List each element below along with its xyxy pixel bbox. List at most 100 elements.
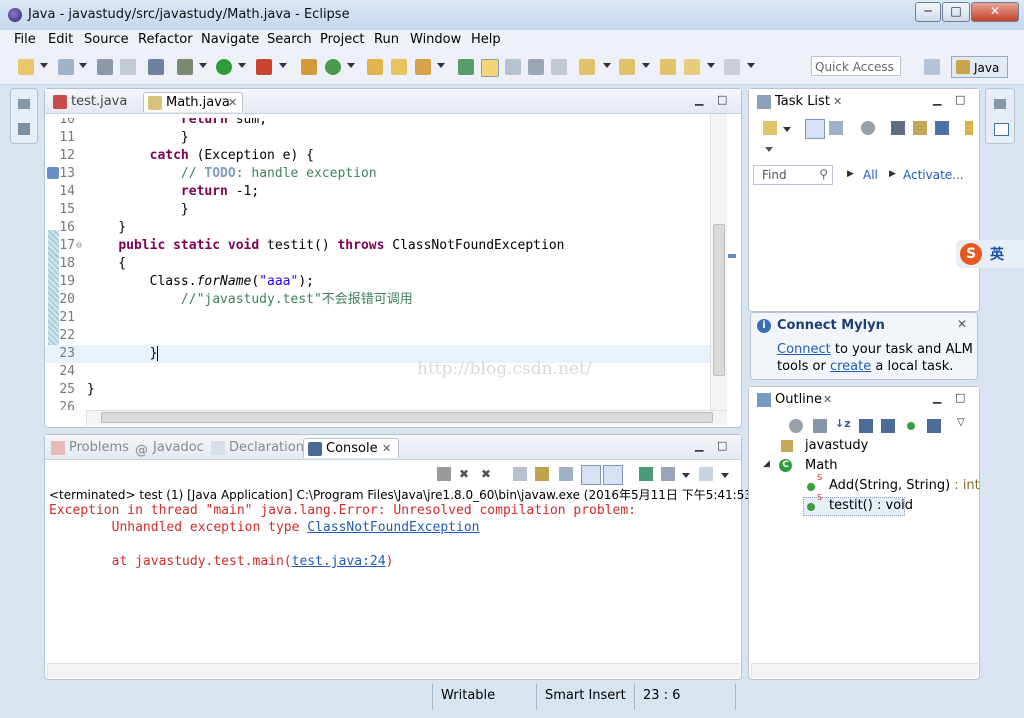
fold-icon[interactable]: ⊖: [76, 237, 82, 255]
pin-console-icon[interactable]: [639, 467, 653, 481]
hide-completed-icon[interactable]: [891, 121, 905, 135]
menu-run[interactable]: Run: [374, 32, 399, 47]
save-icon[interactable]: [97, 59, 113, 75]
tab-outline[interactable]: Outline ✕: [753, 390, 839, 410]
menu-edit[interactable]: Edit: [48, 32, 73, 47]
display-console-icon[interactable]: [661, 467, 675, 481]
menu-window[interactable]: Window: [410, 32, 461, 47]
scroll-thumb[interactable]: [101, 412, 713, 423]
menu-source[interactable]: Source: [84, 32, 129, 47]
maximize-view-icon[interactable]: □: [717, 93, 727, 106]
new-java-project-icon[interactable]: [301, 59, 317, 75]
close-tab-icon[interactable]: ✕: [228, 93, 237, 113]
editor-vertical-scrollbar[interactable]: [710, 114, 727, 410]
last-edit-icon[interactable]: [660, 59, 676, 75]
skip-breakpoints-icon[interactable]: [148, 59, 164, 75]
clear-console-icon[interactable]: [513, 467, 527, 481]
quick-access-input[interactable]: Quick Access: [811, 56, 901, 76]
tab-javadoc[interactable]: @ Javadoc: [131, 438, 207, 458]
minimize-view-icon[interactable]: ▁: [933, 93, 941, 106]
outline-class[interactable]: Math: [805, 458, 838, 473]
block-selection-icon[interactable]: [528, 59, 544, 75]
minimize-view-icon[interactable]: ▁: [695, 439, 703, 452]
menu-project[interactable]: Project: [320, 32, 364, 47]
minimize-view-icon[interactable]: ▁: [933, 391, 941, 404]
back-icon[interactable]: [684, 59, 700, 75]
annotation-icon[interactable]: [458, 59, 474, 75]
maximize-view-icon[interactable]: □: [955, 391, 965, 404]
show-whitespace-icon[interactable]: [551, 59, 567, 75]
next-annotation-icon[interactable]: [579, 59, 595, 75]
menu-search[interactable]: Search: [267, 32, 312, 47]
open-console-icon[interactable]: [699, 467, 713, 481]
collapse-all-icon[interactable]: [913, 121, 927, 135]
open-perspective-icon[interactable]: [924, 59, 940, 75]
show-stdout-icon[interactable]: [581, 465, 601, 485]
scheduled-icon[interactable]: [829, 121, 843, 135]
hide-fields-icon[interactable]: [859, 419, 873, 433]
maximize-view-icon[interactable]: □: [955, 93, 965, 106]
connect-link[interactable]: Connect: [777, 342, 831, 357]
menu-navigate[interactable]: Navigate: [201, 32, 259, 47]
task-marker-icon[interactable]: [47, 167, 59, 179]
external-tools-icon[interactable]: [256, 59, 272, 75]
tab-math-java[interactable]: Math.java ✕: [143, 92, 243, 112]
remove-launch-icon[interactable]: ✖: [459, 467, 473, 481]
new-task-icon[interactable]: [763, 121, 777, 135]
tab-problems[interactable]: Problems: [47, 438, 131, 458]
collapse-all-icon[interactable]: [813, 419, 827, 433]
outline-horizontal-scrollbar[interactable]: [751, 663, 978, 678]
hide-local-types-icon[interactable]: [927, 419, 941, 433]
hide-nonpublic-icon[interactable]: [907, 422, 915, 430]
highlight-icon[interactable]: [481, 59, 499, 77]
search-icon[interactable]: [415, 59, 431, 75]
outline-method-testit[interactable]: testit() : void: [829, 498, 913, 513]
new-package-icon[interactable]: [58, 59, 74, 75]
close-tab-icon[interactable]: ✕: [823, 390, 832, 410]
new-icon[interactable]: [18, 59, 34, 75]
restore-icon[interactable]: [18, 99, 30, 109]
ime-toolbar[interactable]: S 英: [956, 240, 1024, 268]
focus-icon[interactable]: [789, 419, 803, 433]
outline-package[interactable]: javastudy: [805, 438, 868, 453]
word-wrap-icon[interactable]: [559, 467, 573, 481]
more-icon[interactable]: [965, 121, 973, 135]
expand-icon[interactable]: ◢: [763, 459, 770, 469]
remove-all-icon[interactable]: ✖: [481, 467, 495, 481]
new-class-icon[interactable]: [325, 59, 341, 75]
filter-all-link[interactable]: All: [863, 168, 878, 182]
close-button[interactable]: ✕: [971, 2, 1019, 22]
minimize-button[interactable]: ─: [915, 2, 941, 22]
tab-task-list[interactable]: Task List ✕: [753, 92, 849, 112]
debug-icon[interactable]: [177, 59, 193, 75]
editor-horizontal-scrollbar[interactable]: [86, 410, 727, 425]
view-menu-icon[interactable]: [765, 147, 773, 152]
show-stderr-icon[interactable]: [603, 465, 623, 485]
activate-link[interactable]: Activate...: [903, 168, 964, 182]
maximize-view-icon[interactable]: □: [717, 439, 727, 452]
minimize-view-icon[interactable]: ▁: [695, 93, 703, 106]
console-horizontal-scrollbar[interactable]: [47, 663, 740, 678]
create-link[interactable]: create: [830, 359, 871, 374]
search-icon[interactable]: ⚲: [819, 167, 828, 181]
tab-declaration[interactable]: Declaration: [207, 438, 304, 458]
exception-link[interactable]: ClassNotFoundException: [307, 520, 479, 535]
stacktrace-link[interactable]: test.java:24: [292, 554, 386, 569]
terminate-icon[interactable]: [437, 467, 451, 481]
close-mylyn-icon[interactable]: ✕: [957, 317, 967, 331]
close-tab-icon[interactable]: ✕: [382, 439, 391, 459]
categorized-icon[interactable]: [805, 119, 825, 139]
open-folder-icon[interactable]: [391, 59, 407, 75]
window-icon[interactable]: [994, 123, 1009, 136]
task-find-input[interactable]: Find ⚲: [753, 165, 833, 185]
hide-static-icon[interactable]: [881, 419, 895, 433]
outline-method-add[interactable]: Add(String, String) : int: [829, 478, 980, 493]
package-explorer-icon[interactable]: [18, 123, 30, 135]
tab-console[interactable]: Console ✕: [303, 438, 399, 458]
maximize-button[interactable]: □: [942, 2, 970, 22]
restore-icon[interactable]: [994, 99, 1006, 109]
view-menu-icon[interactable]: ▽: [957, 417, 965, 428]
open-type-icon[interactable]: [367, 59, 383, 75]
toggle-mark-icon[interactable]: [505, 59, 521, 75]
close-tab-icon[interactable]: ✕: [833, 92, 842, 112]
